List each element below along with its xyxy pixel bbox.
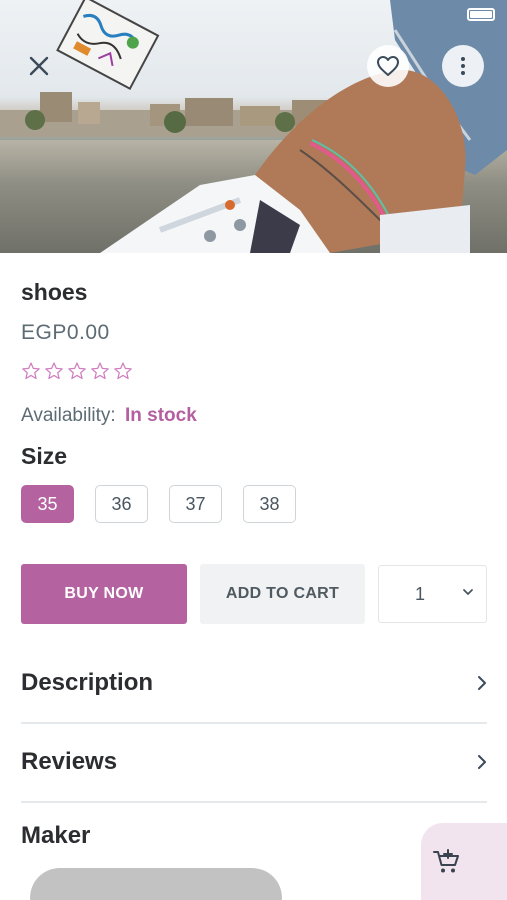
size-option[interactable]: 36 xyxy=(95,485,148,523)
heart-icon xyxy=(377,56,399,76)
star-icon xyxy=(45,362,63,380)
size-heading: Size xyxy=(21,443,68,469)
star-icon xyxy=(22,362,40,380)
maker-heading: Maker xyxy=(21,822,91,849)
more-options-button[interactable] xyxy=(442,45,484,87)
chevron-right-icon xyxy=(478,676,486,690)
more-vertical-icon xyxy=(461,57,465,75)
availability-status: In stock xyxy=(124,405,197,426)
size-option[interactable]: 38 xyxy=(243,485,296,523)
availability: Availability: In stock xyxy=(21,405,197,427)
availability-label: Availability: xyxy=(21,405,116,426)
leg-with-shoe xyxy=(100,0,507,253)
product-price: EGP0.00 xyxy=(21,321,110,344)
add-to-cart-icon xyxy=(433,849,459,873)
divider xyxy=(21,801,487,803)
add-to-cart-button[interactable]: ADD TO CART xyxy=(200,564,365,624)
size-options: 35 36 37 38 xyxy=(21,485,296,523)
description-label: Description xyxy=(21,669,154,696)
reviews-label: Reviews xyxy=(21,748,118,775)
size-option[interactable]: 35 xyxy=(21,485,74,523)
product-title: shoes xyxy=(21,279,88,305)
close-button[interactable] xyxy=(18,45,60,87)
maker-card[interactable] xyxy=(30,868,282,900)
reviews-row[interactable]: Reviews xyxy=(21,722,487,802)
cart-fab[interactable] xyxy=(421,823,507,900)
rating-stars[interactable] xyxy=(21,361,133,381)
quantity-select[interactable]: 1 xyxy=(378,565,487,623)
star-icon xyxy=(114,362,132,380)
favorite-button[interactable] xyxy=(367,45,409,87)
battery-icon xyxy=(467,8,495,21)
chevron-down-icon xyxy=(463,589,473,595)
quantity-value: 1 xyxy=(415,583,426,604)
description-row[interactable]: Description xyxy=(21,643,487,723)
chevron-right-icon xyxy=(478,755,486,769)
buy-now-button[interactable]: BUY NOW xyxy=(21,564,187,624)
star-icon xyxy=(91,362,109,380)
close-icon xyxy=(29,56,49,76)
size-option[interactable]: 37 xyxy=(169,485,222,523)
product-image xyxy=(0,0,507,253)
star-icon xyxy=(68,362,86,380)
